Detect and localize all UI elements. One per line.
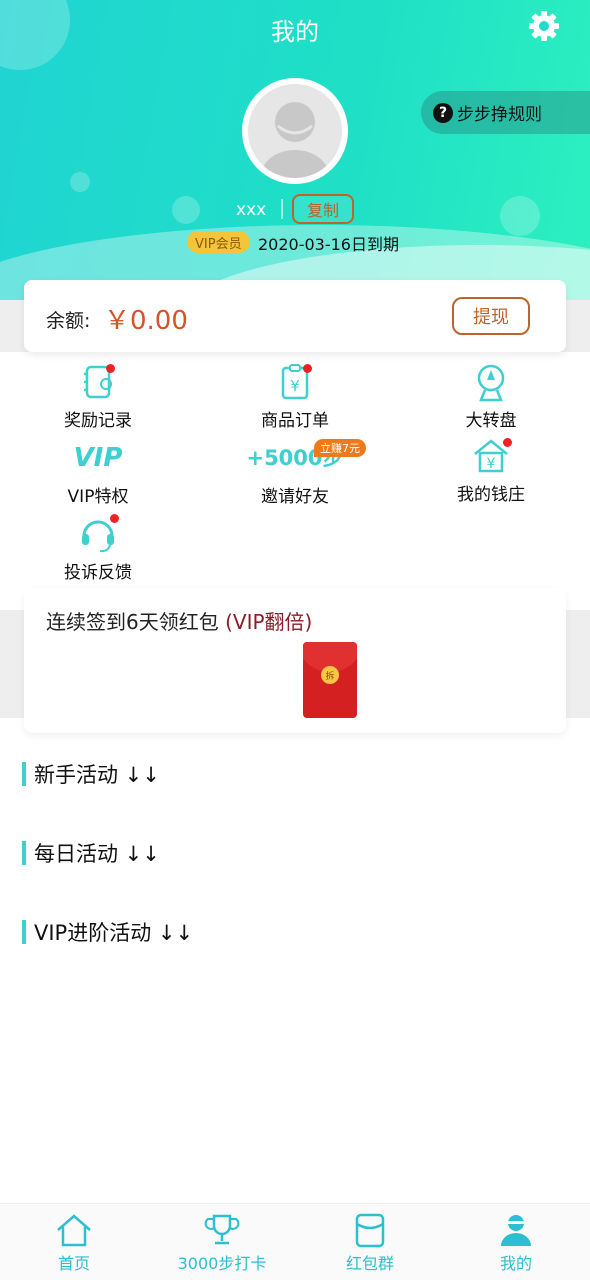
bottom-tab-bar: 首页 3000步打卡 红包群 我的 <box>0 1203 590 1280</box>
section-daily-activities[interactable]: 每日活动 ↓↓ <box>22 838 160 868</box>
grid-item-lucky-wheel[interactable]: 大转盘 <box>416 362 566 431</box>
balance-value: ￥0.00 <box>104 306 188 336</box>
vip-expire-date: 2020-03-16日到期 <box>258 235 399 254</box>
trophy-icon <box>204 1214 240 1245</box>
svg-text:¥: ¥ <box>290 377 300 395</box>
section-title: 新手活动 ↓↓ <box>34 763 160 787</box>
grid-label: 大转盘 <box>465 411 517 431</box>
grid-item-my-bank[interactable]: ¥ 我的钱庄 <box>416 436 566 505</box>
tab-home[interactable]: 首页 <box>0 1204 148 1280</box>
headset-icon <box>78 514 119 554</box>
avatar[interactable] <box>242 78 348 184</box>
tab-label: 首页 <box>57 1254 90 1273</box>
grid-item-vip-privileges[interactable]: VIP VIP特权 <box>23 438 173 507</box>
notebook-icon <box>78 362 118 402</box>
header-bubble <box>70 172 90 192</box>
copy-button[interactable]: 复制 <box>292 194 354 224</box>
tab-mine[interactable]: 我的 <box>442 1204 590 1280</box>
order-clipboard-icon: ¥ <box>275 362 315 402</box>
signin-title: 连续签到6天领红包 (VIP翻倍) <box>46 606 312 635</box>
vip-badge: VIP会员 <box>187 231 250 253</box>
grid-item-reward-record[interactable]: 奖励记录 <box>23 362 173 431</box>
red-dot <box>110 514 119 523</box>
grid-label: 我的钱庄 <box>457 485 525 505</box>
balance-label: 余额: <box>46 310 91 332</box>
wheel-icon <box>471 362 511 402</box>
divider <box>281 199 283 219</box>
signin-title-highlight: (VIP翻倍) <box>225 610 313 634</box>
settings-gear-icon[interactable] <box>528 10 560 42</box>
grid-item-complaint-feedback[interactable]: 投诉反馈 <box>23 514 173 583</box>
grid-label: 邀请好友 <box>261 487 329 507</box>
earn-tag: 立赚7元 <box>314 439 366 457</box>
vip-icon-text: VIP <box>73 443 123 473</box>
svg-text:¥: ¥ <box>487 456 496 472</box>
section-accent-bar <box>22 920 26 944</box>
username: xxx <box>236 200 267 220</box>
grid-label: 奖励记录 <box>64 411 132 431</box>
tab-checkin[interactable]: 3000步打卡 <box>148 1204 296 1280</box>
red-packet-coin: 拆 <box>321 666 339 684</box>
rules-label: 步步挣规则 <box>457 105 542 125</box>
tab-label: 红包群 <box>345 1254 394 1273</box>
signin-title-text: 连续签到6天领红包 <box>46 610 226 634</box>
grid-item-product-orders[interactable]: ¥ 商品订单 <box>220 362 370 431</box>
red-dot <box>503 438 512 447</box>
vip-icon: VIP <box>48 438 148 478</box>
grid-label: VIP特权 <box>67 487 129 507</box>
red-packet-icon[interactable]: 拆 <box>303 642 357 718</box>
tab-red-packet-group[interactable]: 红包群 <box>296 1204 444 1280</box>
page-title: 我的 <box>271 18 319 46</box>
section-accent-bar <box>22 762 26 786</box>
bank-house-icon: ¥ <box>471 436 512 476</box>
header-bubble <box>172 196 200 224</box>
grid-label: 投诉反馈 <box>64 563 132 583</box>
rules-button[interactable]: ? 步步挣规则 <box>421 91 590 134</box>
section-vip-activities[interactable]: VIP进阶活动 ↓↓ <box>22 917 193 947</box>
default-avatar-icon <box>248 84 342 178</box>
section-newbie-activities[interactable]: 新手活动 ↓↓ <box>22 759 160 789</box>
withdraw-button[interactable]: 提现 <box>452 297 530 335</box>
user-icon <box>501 1215 531 1246</box>
balance-card: 余额: ￥0.00 提现 <box>24 280 566 352</box>
red-dot <box>106 364 115 373</box>
red-packet-tab-icon <box>355 1213 385 1248</box>
tab-label: 我的 <box>499 1254 532 1273</box>
section-title: VIP进阶活动 ↓↓ <box>34 921 194 945</box>
header-bubble <box>500 196 540 236</box>
red-dot <box>303 364 312 373</box>
signin-card: 连续签到6天领红包 (VIP翻倍) 拆 <box>24 588 566 733</box>
section-accent-bar <box>22 841 26 865</box>
question-icon: ? <box>433 102 453 123</box>
home-icon <box>57 1214 91 1247</box>
grid-label: 商品订单 <box>261 411 329 431</box>
section-title: 每日活动 ↓↓ <box>34 842 160 866</box>
tab-label: 3000步打卡 <box>177 1254 267 1273</box>
